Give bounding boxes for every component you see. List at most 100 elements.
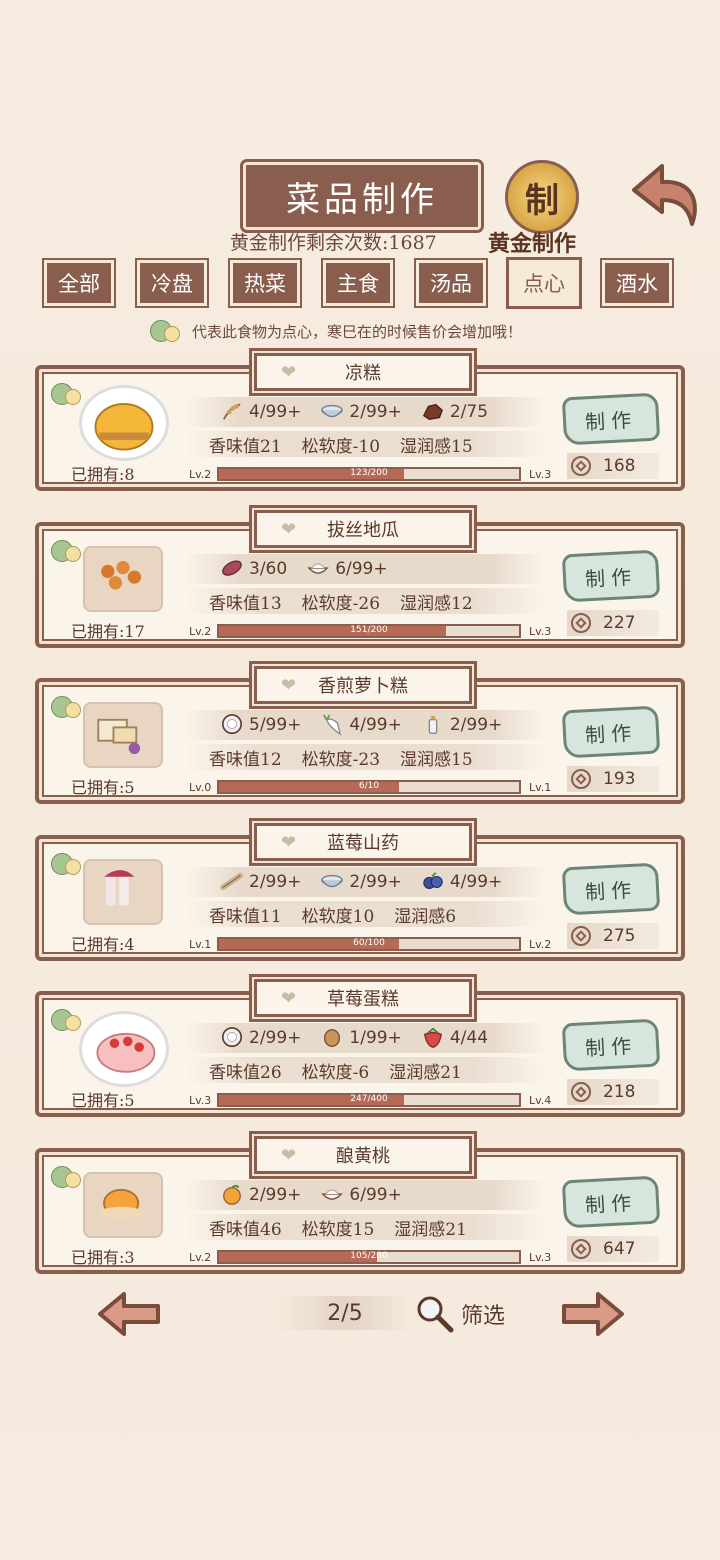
level-progress-bar: 105/200 <box>217 1250 521 1264</box>
level-current: Lv.2 <box>189 468 212 481</box>
level-progress-bar: 123/200 <box>217 467 521 481</box>
favorite-heart-icon[interactable]: ❤ <box>281 677 299 695</box>
make-button[interactable]: 制作 <box>561 705 661 759</box>
favorite-heart-icon[interactable]: ❤ <box>281 521 299 539</box>
level-next: Lv.2 <box>529 938 552 951</box>
dessert-hint: 代表此食物为点心，寒巳在的时候售价会增加哦！ <box>150 320 522 342</box>
recipe-card: ❤ 凉糕 已拥有:8 4/99+ 2/99+ 2/75 香味值21 松软度-10 湿润感15 Lv… <box>35 351 685 491</box>
dessert-marker-icon <box>51 853 85 875</box>
ingredient-list: 4/99+ 2/99+ 2/75 <box>185 397 545 427</box>
ingredient-list: 2/99+ 1/99+ 4/44 <box>185 1023 545 1053</box>
tab-0[interactable]: 全部 <box>42 258 116 308</box>
sweet-potato-icon <box>222 560 242 576</box>
level-current: Lv.2 <box>189 625 212 638</box>
level-next: Lv.3 <box>529 1251 552 1264</box>
ingredient: 4/99+ <box>420 871 502 893</box>
dish-stat: 香味值13 <box>209 593 282 614</box>
level-progress-bar: 60/100 <box>217 937 521 951</box>
make-button[interactable]: 制作 <box>561 862 661 916</box>
dessert-hint-text: 代表此食物为点心，寒巳在的时候售价会增加哦！ <box>192 322 523 341</box>
gold-make-label[interactable]: 黄金制作 <box>488 226 576 258</box>
recipe-title: ❤ 草莓蛋糕 <box>252 977 474 1019</box>
ingredient: 3/60 <box>219 558 287 580</box>
coin-icon <box>571 456 591 476</box>
favorite-heart-icon[interactable]: ❤ <box>281 990 299 1008</box>
strawberry-icon <box>423 1027 442 1048</box>
dish-stat: 湿润感21 <box>394 1219 467 1240</box>
back-arrow-icon[interactable] <box>630 160 702 230</box>
ingredient: 4/99+ <box>319 714 402 736</box>
grain-icon <box>222 403 241 420</box>
tab-6[interactable]: 酒水 <box>600 258 674 308</box>
ingredient-amount: 2/99+ <box>249 1028 302 1048</box>
ingredient: 2/75 <box>420 401 488 423</box>
dish-stat: 松软度10 <box>301 906 375 927</box>
sugar-icon <box>422 403 443 421</box>
oil-bottle-icon <box>428 715 438 734</box>
page-indicator: 2/5 <box>275 1296 415 1330</box>
make-button[interactable]: 制作 <box>561 549 661 603</box>
dish-stat: 湿润感6 <box>394 906 457 927</box>
ingredient: 6/99+ <box>319 1184 402 1206</box>
ingredient: 2/99+ <box>219 1027 301 1049</box>
peach-icon <box>223 1184 241 1205</box>
tab-5[interactable]: 点心 <box>506 257 582 309</box>
owned-count: 已拥有:17 <box>71 622 145 641</box>
ingredient: 2/99+ <box>319 401 402 423</box>
dessert-marker-icon <box>51 1009 85 1031</box>
recipe-title: ❤ 酿黄桃 <box>252 1134 474 1176</box>
strawberry-cake-dish-image <box>96 1032 156 1073</box>
ingredient-amount: 2/99+ <box>449 715 503 735</box>
tab-1[interactable]: 冷盘 <box>135 258 209 308</box>
ingredient: 2/99+ <box>420 714 502 736</box>
blueberry-icon <box>423 872 443 889</box>
make-button[interactable]: 制作 <box>561 392 661 446</box>
ingredient-list: 5/99+ 4/99+ 2/99+ <box>185 710 545 740</box>
dish-stats: 香味值46 松软度15 湿润感21 <box>185 1214 545 1240</box>
next-page-arrow-icon[interactable] <box>560 1290 626 1338</box>
level-next: Lv.3 <box>529 468 552 481</box>
ingredient-amount: 2/99+ <box>249 1185 302 1205</box>
blueberry-yam-dish-image <box>104 870 135 906</box>
make-button[interactable]: 制作 <box>561 1175 661 1229</box>
level-progress-text: 247/400 <box>350 1094 388 1104</box>
dish-stat: 香味值12 <box>209 749 282 770</box>
make-button[interactable]: 制作 <box>561 1018 661 1072</box>
ingredient-amount: 2/99+ <box>349 402 402 422</box>
favorite-heart-icon[interactable]: ❤ <box>281 1147 299 1165</box>
prev-page-arrow-icon[interactable] <box>96 1290 162 1338</box>
dish-stat: 湿润感15 <box>400 436 473 457</box>
filter-button[interactable]: 筛选 <box>415 1294 505 1334</box>
recipe-card: ❤ 草莓蛋糕 已拥有:5 2/99+ 1/99+ 4/44 香味值26 松软度-6 湿润感21 L… <box>35 977 685 1117</box>
dish-stat: 香味值11 <box>209 906 282 927</box>
yam-icon <box>220 872 243 891</box>
favorite-heart-icon[interactable]: ❤ <box>281 834 299 852</box>
recipe-name: 草莓蛋糕 <box>327 989 399 1010</box>
price-value: 647 <box>603 1239 636 1259</box>
dish-image <box>83 1172 163 1238</box>
recipe-card: ❤ 酿黄桃 已拥有:3 2/99+ 6/99+ 香味值46 松软度15 湿润感21 Lv.2 10… <box>35 1134 685 1274</box>
tab-2[interactable]: 热菜 <box>228 258 302 308</box>
ingredient-amount: 4/99+ <box>349 715 402 735</box>
radish-cake-dish-image <box>97 718 141 754</box>
sell-price: 647 <box>567 1236 659 1262</box>
dessert-marker-icon <box>51 540 85 562</box>
dish-stat: 香味值21 <box>209 436 282 457</box>
dish-image <box>79 1011 169 1087</box>
favorite-heart-icon[interactable]: ❤ <box>281 364 299 382</box>
ingredient: 6/99+ <box>305 558 388 580</box>
level-progress-text: 123/200 <box>350 468 388 478</box>
level-current: Lv.0 <box>189 781 212 794</box>
gold-make-button[interactable]: 制 <box>505 160 579 234</box>
coin-icon <box>571 613 591 633</box>
recipe-card: ❤ 拔丝地瓜 已拥有:17 3/60 6/99+ 香味值13 松软度-26 湿润感12 Lv.2… <box>35 508 685 648</box>
tab-4[interactable]: 汤品 <box>414 258 488 308</box>
ingredient-list: 2/99+ 6/99+ <box>185 1180 545 1210</box>
recipe-card: ❤ 蓝莓山药 已拥有:4 2/99+ 2/99+ 4/99+ 香味值11 松软度10 湿润感6 L… <box>35 821 685 961</box>
filter-label[interactable]: 筛选 <box>461 1298 505 1330</box>
level-next: Lv.3 <box>529 625 552 638</box>
ingredient-amount: 2/99+ <box>349 872 402 892</box>
price-value: 193 <box>603 769 636 789</box>
dish-stat: 湿润感21 <box>389 1062 462 1083</box>
tab-3[interactable]: 主食 <box>321 258 395 308</box>
